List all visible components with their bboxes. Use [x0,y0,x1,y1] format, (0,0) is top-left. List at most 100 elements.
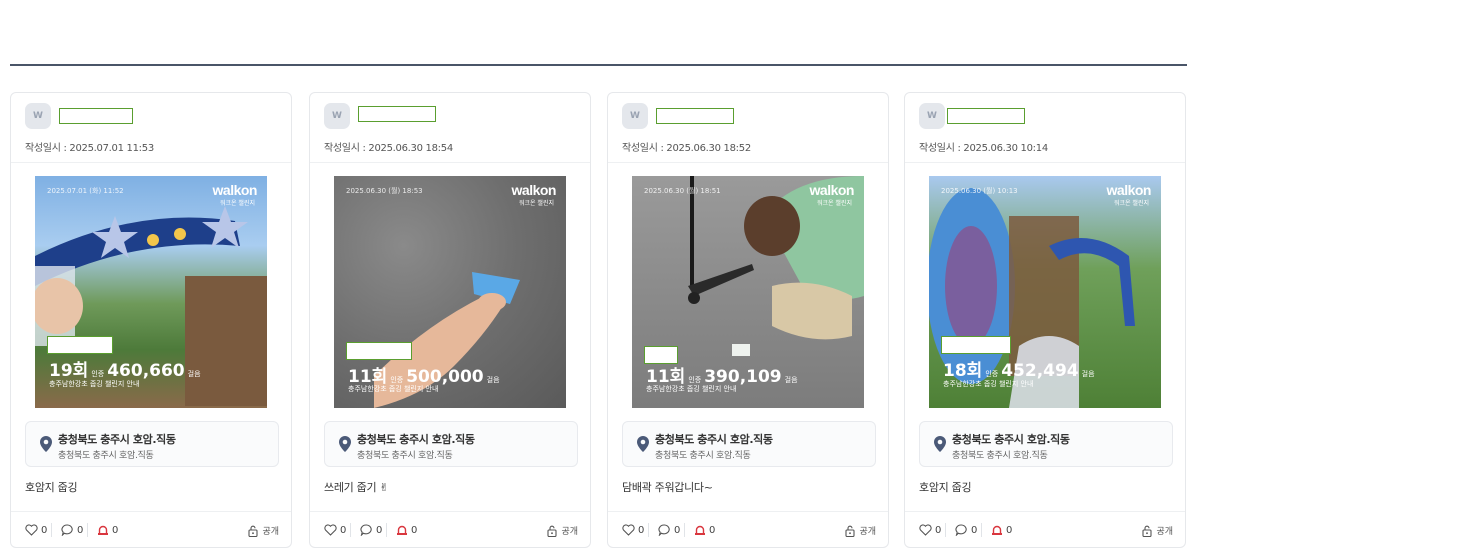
post-photo[interactable]: 2025.06.30 (월) 18:53 walkon 워크온 챌린지 11회 인… [334,176,566,408]
step-count: 460,660 [107,361,185,381]
heart-icon [25,524,38,536]
comment-count: 0 [674,524,681,536]
author-name-redacted [947,108,1025,124]
location-pin-icon [637,436,649,452]
like-count: 0 [340,524,347,536]
footer-divider [981,523,982,537]
footer-divider [87,523,88,537]
lock-icon [1142,525,1152,537]
comment-button[interactable]: 0 [658,524,680,536]
like-button[interactable]: 0 [25,524,47,536]
location-pin-icon [934,436,946,452]
footer-divider [945,523,946,537]
author-name-redacted [59,108,133,124]
siren-icon [397,525,407,535]
post-card[interactable]: W 작성일시 : 2025.06.30 18:52 2025.06.30 (월)… [607,92,889,548]
post-photo[interactable]: 2025.06.30 (월) 10:13 walkon 워크온 챌린지 18회 인… [929,176,1161,408]
footer-divider [684,523,685,537]
report-count: 0 [112,524,119,536]
visibility-toggle[interactable]: 공개 [547,524,578,537]
lock-icon [248,525,258,537]
post-photo[interactable]: 2025.07.01 (화) 11:52 walkon 워크온 챌린지 19회 인… [35,176,267,408]
photo-caption: 충주남한강초 줍깅 챌린지 안내 [943,380,1034,388]
location-box[interactable]: 충청북도 충주시 호암.직동 충청북도 충주시 호암.직동 [622,421,876,467]
visibility-toggle[interactable]: 공개 [845,524,876,537]
like-button[interactable]: 0 [622,524,644,536]
report-button[interactable]: 0 [991,524,1012,536]
post-card[interactable]: W 작성일시 : 2025.07.01 11:53 2025.07.01 (화)… [10,92,292,548]
post-body: 담배곽 주워갑니다~ [622,481,713,494]
visibility-toggle[interactable]: 공개 [1142,524,1173,537]
certification-unit: 인증 [688,376,702,384]
walkon-logo: walkon [511,182,557,198]
step-unit: 걸음 [784,376,798,384]
walkon-logo-subtitle: 워크온 챌린지 [518,200,554,207]
report-button[interactable]: 0 [97,524,118,536]
comment-icon [61,524,73,536]
card-header: W 작성일시 : 2025.07.01 11:53 [11,93,291,163]
location-pin-icon [339,436,351,452]
visibility-toggle[interactable]: 공개 [248,524,279,537]
heart-icon [324,524,337,536]
post-date: 작성일시 : 2025.07.01 11:53 [25,143,154,154]
certification-unit: 인증 [390,376,404,384]
card-footer: 0 0 0 공개 [11,511,291,549]
comment-button[interactable]: 0 [61,524,83,536]
walkon-logo: walkon [1106,182,1152,198]
step-count: 452,494 [1001,361,1079,381]
photo-caption: 충주남한강초 줍깅 챌린지 안내 [348,385,439,393]
comment-count: 0 [376,524,383,536]
author-name-redacted [358,106,436,122]
photo-caption: 충주남한강초 줍깅 챌린지 안내 [49,380,140,388]
avatar: W [919,103,945,129]
visibility-label: 공개 [859,527,876,537]
certification-count: 19회 [49,361,89,381]
photo-timestamp: 2025.07.01 (화) 11:52 [47,187,124,195]
post-body: 호암지 줍깅 [919,481,972,494]
siren-icon [98,525,108,535]
walkon-logo: walkon [809,182,855,198]
footer-divider [386,523,387,537]
post-card[interactable]: W 작성일시 : 2025.06.30 10:14 2025.06.30 (월)… [904,92,1186,548]
post-date: 작성일시 : 2025.06.30 18:54 [324,143,453,154]
card-header: W 작성일시 : 2025.06.30 10:14 [905,93,1185,163]
post-photo[interactable]: 2025.06.30 (월) 18:51 walkon 워크온 챌린지 11회 인… [632,176,864,408]
avatar: W [25,103,51,129]
post-date: 작성일시 : 2025.06.30 18:52 [622,143,751,154]
like-button[interactable]: 0 [324,524,346,536]
heart-icon [622,524,635,536]
certification-count: 18회 [943,361,983,381]
post-card[interactable]: W 작성일시 : 2025.06.30 18:54 2025.06.30 (월)… [309,92,591,548]
heart-icon [919,524,932,536]
card-header: W 작성일시 : 2025.06.30 18:54 [310,93,590,163]
photo-timestamp: 2025.06.30 (월) 10:13 [941,187,1018,195]
photo-redacted-box [47,336,113,354]
walkon-logo-subtitle: 워크온 챌린지 [1113,200,1149,207]
footer-divider [648,523,649,537]
post-body: 쓰레기 줍기 ✌ [324,481,389,494]
post-date: 작성일시 : 2025.06.30 10:14 [919,143,1048,154]
location-box[interactable]: 충청북도 충주시 호암.직동 충청북도 충주시 호암.직동 [25,421,279,467]
photo-stats: 19회 인증 460,660 걸음 [49,356,204,381]
comment-button[interactable]: 0 [360,524,382,536]
report-button[interactable]: 0 [396,524,417,536]
comment-button[interactable]: 0 [955,524,977,536]
location-box[interactable]: 충청북도 충주시 호암.직동 충청북도 충주시 호암.직동 [919,421,1173,467]
photo-redacted-box [941,336,1011,354]
location-detail: 충청북도 충주시 호암.직동 [357,451,453,461]
report-button[interactable]: 0 [694,524,715,536]
location-name: 충청북도 충주시 호암.직동 [952,433,1070,446]
location-detail: 충청북도 충주시 호암.직동 [58,451,154,461]
step-unit: 걸음 [1081,370,1095,378]
walkon-logo-subtitle: 워크온 챌린지 [219,200,255,207]
avatar: W [622,103,648,129]
like-button[interactable]: 0 [919,524,941,536]
photo-redacted-box [346,342,412,360]
location-name: 충청북도 충주시 호암.직동 [655,433,773,446]
photo-stats: 18회 인증 452,494 걸음 [943,356,1098,381]
walkon-logo: walkon [212,182,258,198]
certification-unit: 인증 [985,370,999,378]
lock-icon [547,525,557,537]
photo-timestamp: 2025.06.30 (월) 18:51 [644,187,721,195]
location-box[interactable]: 충청북도 충주시 호암.직동 충청북도 충주시 호암.직동 [324,421,578,467]
